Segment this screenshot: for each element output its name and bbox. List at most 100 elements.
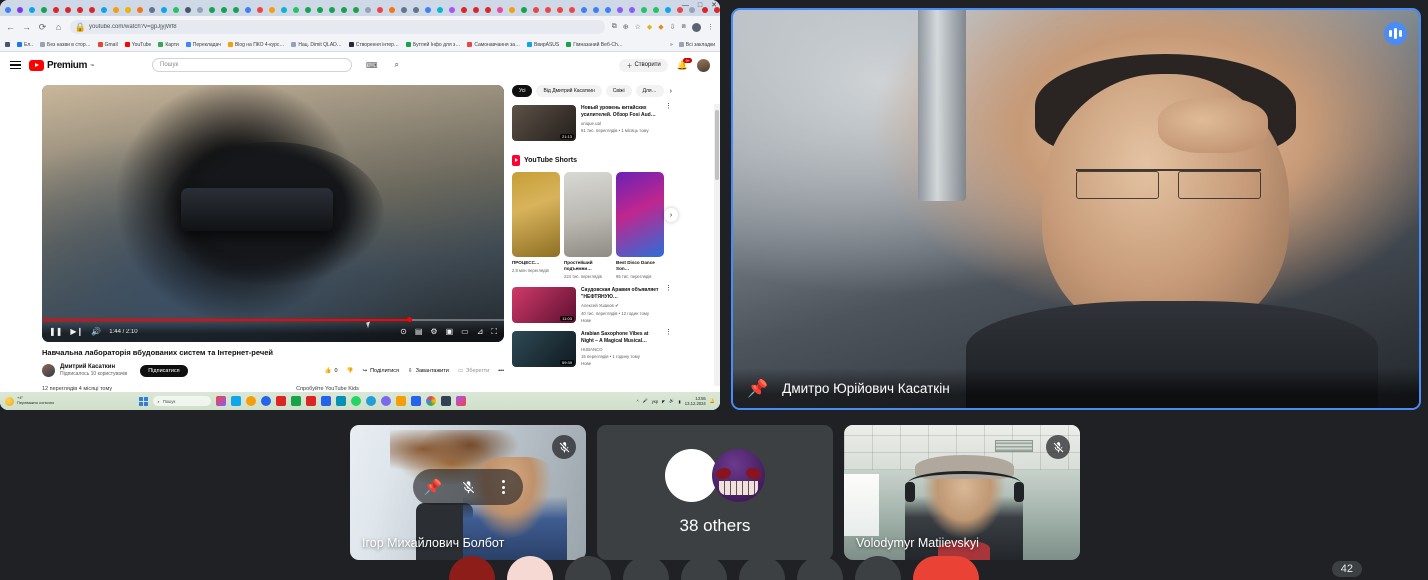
taskbar-app-icon[interactable] (381, 396, 392, 406)
bookmark-item[interactable]: Гімназаний Веб-Ch… (566, 42, 623, 48)
taskbar-apps[interactable]: ⌕ Пошук (139, 396, 467, 406)
home-icon[interactable]: ⌂ (54, 22, 63, 32)
browser-tab[interactable] (134, 4, 145, 16)
taskbar-app-icon[interactable] (321, 396, 332, 406)
taskbar-app-icon[interactable] (291, 396, 302, 406)
raise-hand-button[interactable] (507, 556, 553, 580)
player-right-controls[interactable]: ⊙ ▤ ⚙ ▣ ▭ ⊿ ⛶ (400, 327, 497, 337)
browser-tab[interactable] (518, 4, 529, 16)
subtitles-icon[interactable]: ▤ (415, 327, 423, 336)
shared-screen-panel[interactable]: — □ ✕ ← → ⟳ ⌂ 🔒 youtube.com/watch?v=gpJj… (0, 0, 720, 410)
chevron-up-icon[interactable]: ^ (637, 399, 639, 404)
fullscreen-icon[interactable]: ⛶ (491, 327, 497, 337)
share-page-icon[interactable]: ⧉ (612, 23, 617, 31)
zoom-icon[interactable]: ⊕ (623, 23, 629, 31)
more-vertical-icon[interactable]: ⋮ (665, 329, 672, 367)
back-icon[interactable]: ← (6, 22, 15, 32)
browser-tab[interactable] (398, 4, 409, 16)
maximize-button[interactable]: □ (698, 2, 702, 10)
taskbar-app-icon[interactable] (261, 396, 272, 406)
meeting-control-bar[interactable]: 42 (0, 556, 1428, 580)
browser-tab[interactable] (278, 4, 289, 16)
browser-tab[interactable] (254, 4, 265, 16)
taskbar-search-input[interactable]: ⌕ Пошук (153, 396, 212, 406)
captions-button[interactable] (623, 556, 669, 580)
more-actions-button[interactable]: ••• (498, 368, 504, 374)
short-card[interactable]: Простейший подъемни… 224 тис. переглядів (564, 172, 612, 279)
browser-tab[interactable] (470, 4, 481, 16)
bookmark-item[interactable]: Бутлей Інфо для з… (405, 42, 460, 48)
notifications-button[interactable]: 🔔 9+ (677, 57, 692, 71)
browser-tab[interactable] (530, 4, 541, 16)
browser-tab[interactable] (14, 4, 25, 16)
browser-tab-strip[interactable]: — □ ✕ (0, 0, 720, 16)
browser-tab[interactable] (266, 4, 277, 16)
browser-tab[interactable] (146, 4, 157, 16)
camera-button[interactable] (565, 556, 611, 580)
minimize-button[interactable]: — (682, 2, 689, 10)
chips-next-icon[interactable]: › (668, 88, 674, 95)
youtube-premium-logo[interactable]: Premium ™ (29, 59, 94, 71)
taskbar-app-icon[interactable] (276, 396, 287, 406)
video-thumbnail[interactable]: 11:03 (512, 287, 576, 324)
browser-tab[interactable] (326, 4, 337, 16)
video-thumbnail[interactable]: 21:13 (512, 105, 576, 141)
video-thumbnail[interactable]: 59:39 (512, 331, 576, 368)
activities-button[interactable] (797, 556, 843, 580)
address-bar-actions[interactable]: ⧉ ⊕ ☆ ◆ ◆ ⇩ ⧈ ⋮ (612, 22, 714, 32)
reload-icon[interactable]: ⟳ (38, 22, 47, 32)
browser-tab[interactable] (62, 4, 73, 16)
bookmark-item[interactable]: Самонавчання за… (467, 42, 520, 48)
browser-tab[interactable] (374, 4, 385, 16)
volume-icon[interactable]: 🔊 (91, 327, 101, 336)
browser-tab[interactable] (482, 4, 493, 16)
browser-tab[interactable] (86, 4, 97, 16)
volume-icon[interactable]: 🔊 (669, 398, 674, 404)
more-vertical-icon[interactable]: ⋮ (665, 103, 672, 141)
participant-tile[interactable]: Volodymyr Matiievskyi (844, 425, 1080, 560)
browser-tab[interactable] (566, 4, 577, 16)
search-input[interactable]: Пошук (152, 58, 352, 72)
apps-grid-icon[interactable] (5, 42, 10, 47)
bookmark-item[interactable]: Gmail (97, 42, 118, 48)
bookmark-item[interactable]: Перекладач (185, 42, 221, 48)
microphone-button[interactable] (449, 556, 495, 580)
short-thumbnail[interactable] (564, 172, 612, 257)
browser-tab[interactable] (206, 4, 217, 16)
browser-tab[interactable] (542, 4, 553, 16)
browser-tab[interactable] (38, 4, 49, 16)
browser-tab[interactable] (602, 4, 613, 16)
browser-tab[interactable] (434, 4, 445, 16)
pin-icon[interactable]: 📌 (747, 380, 768, 397)
taskbar-app-icon[interactable] (246, 396, 257, 406)
bookmark-item[interactable]: Без назви в стор… (40, 42, 91, 48)
browser-tab[interactable] (350, 4, 361, 16)
browser-menu-icon[interactable]: ⋮ (707, 23, 714, 31)
autoplay-icon[interactable]: ⊙ (400, 327, 407, 336)
browser-tab[interactable] (290, 4, 301, 16)
chip-from-channel[interactable]: Від Дмитрий Касаткин (536, 85, 602, 97)
keyboard-icon[interactable]: ⌨ (366, 61, 378, 70)
bookmark-item[interactable]: YouTube (124, 42, 151, 48)
youtube-page[interactable]: Premium ™ Пошук ⌨ ⌕ ＋ Створити 🔔 9+ ❚❚ ▶… (0, 52, 720, 404)
subscribe-button[interactable]: Підписатися (140, 364, 188, 377)
pin-icon[interactable]: 📌 (420, 474, 446, 500)
browser-tab[interactable] (506, 4, 517, 16)
extension-icon[interactable]: ◆ (647, 23, 652, 31)
taskbar-app-icon[interactable] (396, 396, 407, 406)
taskbar-app-icon[interactable] (366, 396, 377, 406)
participant-tile[interactable]: 📌 Ігор Михайлович Болбот (350, 425, 586, 560)
browser-tab[interactable] (662, 4, 673, 16)
taskbar-app-icon[interactable] (456, 396, 467, 406)
recommendations-rail[interactable]: Усі Від Дмитрий Касаткин Свіжі Для… › 21… (512, 85, 678, 368)
browser-tab[interactable] (338, 4, 349, 16)
browser-tab[interactable] (458, 4, 469, 16)
taskbar-app-icon[interactable] (306, 396, 317, 406)
browser-tab[interactable] (578, 4, 589, 16)
browser-tab[interactable] (158, 4, 169, 16)
taskbar-app-icon[interactable] (216, 396, 227, 406)
avatar[interactable] (692, 22, 701, 32)
chip-for-you[interactable]: Для… (635, 85, 664, 97)
shorts-next-icon[interactable]: › (664, 208, 678, 222)
search-icon[interactable]: ⌕ (395, 60, 399, 70)
